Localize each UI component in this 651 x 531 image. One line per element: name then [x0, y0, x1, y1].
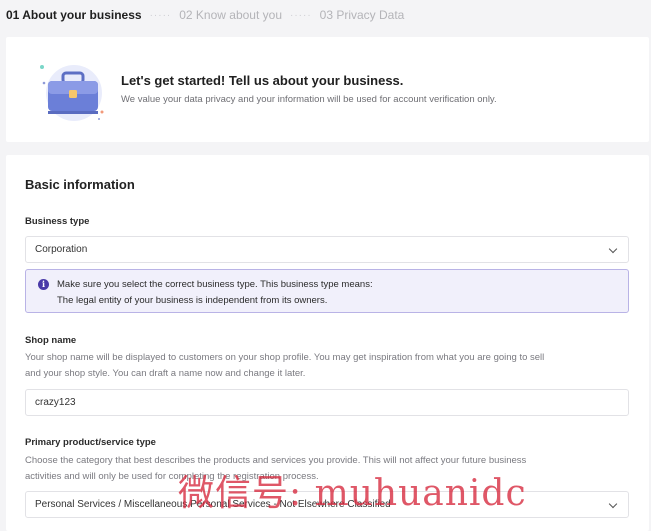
intro-subtitle: We value your data privacy and your info…: [121, 94, 497, 105]
briefcase-icon: [40, 65, 104, 121]
step-about-business[interactable]: 01 About your business: [6, 8, 142, 22]
business-type-select[interactable]: Corporation: [25, 236, 629, 263]
chevron-down-icon: [608, 244, 618, 254]
info-icon: i: [38, 279, 49, 290]
step-separator: ·····: [149, 9, 172, 21]
shop-name-label: Shop name: [25, 335, 77, 346]
business-type-label: Business type: [25, 216, 90, 227]
section-title: Basic information: [25, 177, 135, 192]
notice-line-2: The legal entity of your business is ind…: [57, 295, 328, 306]
progress-stepper: 01 About your business ····· 02 Know abo…: [6, 5, 404, 25]
notice-line-1: Make sure you select the correct busines…: [57, 279, 373, 290]
product-type-label: Primary product/service type: [25, 437, 156, 448]
chevron-down-icon: [608, 499, 618, 509]
business-type-notice: i Make sure you select the correct busin…: [25, 269, 629, 313]
step-know-about-you[interactable]: 02 Know about you: [179, 8, 282, 22]
shop-name-help-1: Your shop name will be displayed to cust…: [25, 352, 545, 363]
shop-name-help-2: and your shop style. You can draft a nam…: [25, 368, 306, 379]
intro-title: Let's get started! Tell us about your bu…: [121, 73, 404, 88]
intro-card: Let's get started! Tell us about your bu…: [6, 37, 649, 142]
step-separator: ·····: [290, 9, 312, 21]
shop-name-input[interactable]: crazy123: [25, 389, 629, 416]
step-privacy-data[interactable]: 03 Privacy Data: [320, 8, 405, 22]
watermark: 微信号: muhuanidc: [178, 473, 527, 514]
business-type-value: Corporation: [35, 244, 88, 255]
shop-name-value: crazy123: [35, 397, 76, 408]
